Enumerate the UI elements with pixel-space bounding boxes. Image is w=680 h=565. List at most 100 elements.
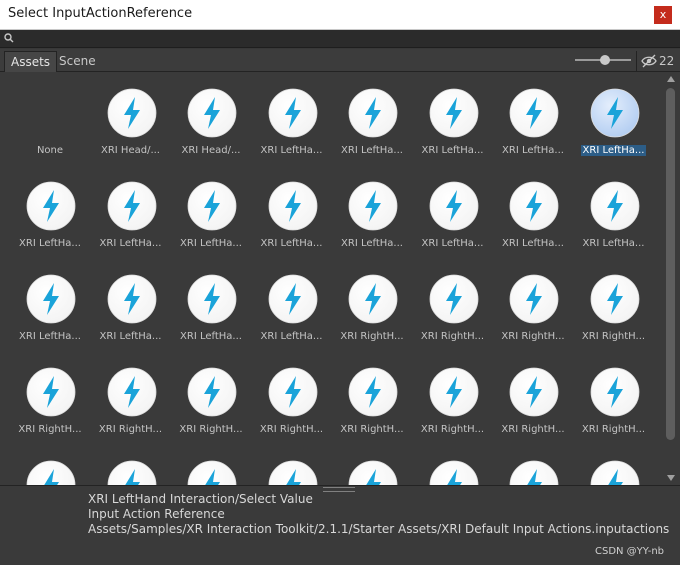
asset-item[interactable]: XRI RightH... xyxy=(171,367,251,457)
asset-item-text: XRI RightH... xyxy=(179,424,243,435)
asset-item[interactable]: XRI RightH... xyxy=(493,367,573,457)
asset-item[interactable]: XRI RightH... xyxy=(493,274,573,364)
search-input[interactable] xyxy=(17,32,673,45)
asset-item[interactable] xyxy=(252,460,332,485)
scroll-down-arrow[interactable] xyxy=(667,475,675,481)
asset-item[interactable]: XRI LeftHa... xyxy=(171,181,251,271)
asset-item[interactable] xyxy=(171,460,251,485)
asset-item-text: XRI LeftHa... xyxy=(582,238,645,249)
search-bar xyxy=(0,30,680,48)
asset-item-text: XRI LeftHa... xyxy=(180,238,242,249)
asset-item[interactable]: XRI LeftHa... xyxy=(252,274,332,364)
asset-item[interactable]: XRI RightH... xyxy=(332,274,412,364)
asset-item[interactable]: XRI RightH... xyxy=(574,274,654,364)
asset-item-text: XRI RightH... xyxy=(340,424,404,435)
asset-item[interactable]: XRI LeftHa... xyxy=(413,88,493,178)
asset-item[interactable] xyxy=(91,460,171,485)
asset-item-text: XRI LeftHa... xyxy=(341,145,403,156)
asset-item[interactable]: XRI LeftHa... xyxy=(252,88,332,178)
lightning-icon xyxy=(187,274,237,324)
asset-item-label: XRI Head/... xyxy=(171,145,251,156)
asset-item[interactable]: XRI Head/... xyxy=(91,88,171,178)
tab-bar: Assets Scene 22 xyxy=(0,49,680,72)
asset-item-none[interactable]: None xyxy=(10,88,90,178)
asset-item[interactable]: XRI LeftHa... xyxy=(171,274,251,364)
asset-item-text: XRI LeftHa... xyxy=(421,238,484,249)
asset-item-label: XRI RightH... xyxy=(10,424,90,435)
asset-item[interactable]: XRI LeftHa... xyxy=(332,181,412,271)
asset-item-label: XRI LeftHa... xyxy=(413,238,493,249)
asset-item[interactable]: XRI LeftHa... xyxy=(10,181,90,271)
lightning-icon xyxy=(509,181,559,231)
lightning-icon xyxy=(107,274,157,324)
resize-handle[interactable] xyxy=(323,487,355,492)
asset-item-label: XRI LeftHa... xyxy=(10,331,90,342)
lightning-icon xyxy=(26,460,76,485)
asset-item[interactable] xyxy=(493,460,573,485)
hidden-packages-toggle[interactable]: 22 xyxy=(636,51,680,71)
slider-handle[interactable] xyxy=(600,55,611,65)
asset-item-label: XRI RightH... xyxy=(413,331,493,342)
lightning-icon xyxy=(187,460,237,485)
asset-item[interactable]: XRI LeftHa... xyxy=(252,181,332,271)
asset-item[interactable]: XRI RightH... xyxy=(413,274,493,364)
icon-size-slider[interactable] xyxy=(575,55,631,65)
lightning-icon xyxy=(348,460,398,485)
asset-item-label: XRI LeftHa... xyxy=(252,331,332,342)
asset-item-text: XRI RightH... xyxy=(98,424,163,435)
asset-item-text: XRI LeftHa... xyxy=(19,238,81,249)
asset-item[interactable]: XRI RightH... xyxy=(91,367,171,457)
asset-item[interactable]: XRI RightH... xyxy=(332,367,412,457)
asset-item[interactable]: XRI LeftHa... xyxy=(493,88,573,178)
lightning-icon xyxy=(509,460,559,485)
asset-item-text: XRI RightH... xyxy=(340,331,404,342)
lightning-icon xyxy=(429,274,479,324)
asset-item[interactable] xyxy=(10,460,90,485)
asset-item[interactable]: XRI RightH... xyxy=(413,367,493,457)
scroll-thumb[interactable] xyxy=(666,88,675,440)
watermark: CSDN @YY-nb xyxy=(594,546,664,557)
lightning-icon xyxy=(26,181,76,231)
asset-item-label: XRI RightH... xyxy=(332,331,412,342)
asset-item-label: XRI LeftHa... xyxy=(332,238,412,249)
asset-item[interactable]: XRI Head/... xyxy=(171,88,251,178)
asset-item[interactable]: XRI LeftHa... xyxy=(10,274,90,364)
lightning-icon xyxy=(429,181,479,231)
search-icon xyxy=(4,33,14,43)
asset-item-label: XRI RightH... xyxy=(493,424,573,435)
asset-item[interactable] xyxy=(574,460,654,485)
tab-assets[interactable]: Assets xyxy=(4,51,58,72)
asset-item[interactable]: XRI LeftHa... xyxy=(574,181,654,271)
tab-scene[interactable]: Scene xyxy=(53,51,102,72)
asset-item-text: XRI LeftHa... xyxy=(421,145,484,156)
close-button[interactable]: x xyxy=(654,6,672,24)
asset-item-text: XRI RightH... xyxy=(501,424,565,435)
asset-item[interactable]: XRI LeftHa... xyxy=(413,181,493,271)
asset-item-label: XRI RightH... xyxy=(574,331,654,342)
selected-asset-type: Input Action Reference xyxy=(88,507,225,521)
asset-item[interactable]: XRI RightH... xyxy=(252,367,332,457)
asset-item[interactable]: XRI RightH... xyxy=(574,367,654,457)
lightning-icon xyxy=(590,274,640,324)
hidden-count-label: 22 xyxy=(659,54,675,68)
asset-item[interactable] xyxy=(413,460,493,485)
asset-item-text: XRI RightH... xyxy=(420,331,485,342)
asset-item[interactable]: XRI LeftHa... xyxy=(332,88,412,178)
asset-item[interactable]: XRI LeftHa... xyxy=(91,274,171,364)
asset-item[interactable]: XRI LeftHa... xyxy=(493,181,573,271)
lightning-icon xyxy=(590,88,640,138)
vertical-scrollbar[interactable] xyxy=(662,72,680,485)
scroll-up-arrow[interactable] xyxy=(667,76,675,82)
title-bar: Select InputActionReference x xyxy=(0,0,680,30)
asset-item[interactable] xyxy=(332,460,412,485)
lightning-icon xyxy=(348,367,398,417)
asset-item-text: XRI LeftHa... xyxy=(180,331,242,342)
asset-item[interactable]: XRI LeftHa... xyxy=(91,181,171,271)
asset-item-label: XRI RightH... xyxy=(493,331,573,342)
asset-item-text: XRI LeftHa... xyxy=(260,238,323,249)
asset-item[interactable]: XRI LeftHa... xyxy=(574,88,654,178)
lightning-icon xyxy=(268,367,318,417)
lightning-icon xyxy=(590,460,640,485)
asset-item[interactable]: XRI RightH... xyxy=(10,367,90,457)
lightning-icon xyxy=(268,460,318,485)
